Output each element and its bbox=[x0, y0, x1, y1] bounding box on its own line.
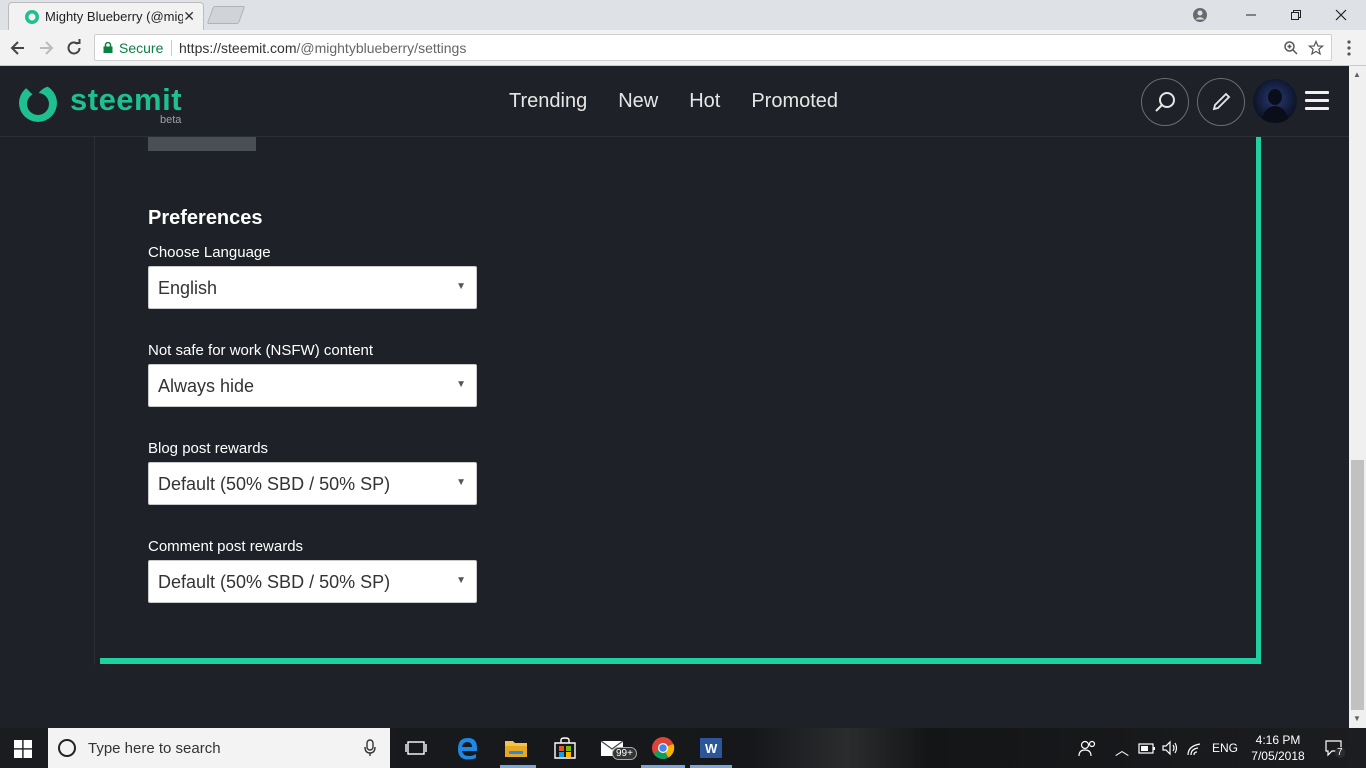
blog-rewards-label: Blog post rewards bbox=[148, 440, 269, 457]
language-select[interactable]: English ▼ bbox=[148, 266, 477, 309]
page-scrollbar[interactable]: ▲ ▼ bbox=[1349, 66, 1366, 728]
blog-rewards-select[interactable]: Default (50% SBD / 50% SP) ▼ bbox=[148, 462, 477, 505]
nsfw-select[interactable]: Always hide ▼ bbox=[148, 364, 477, 407]
browser-tab-active[interactable]: Mighty Blueberry (@mig ✕ bbox=[8, 2, 204, 30]
url-text: https://steemit.com/@mightyblueberry/set… bbox=[179, 40, 466, 56]
scroll-up-arrow-icon[interactable]: ▲ bbox=[1353, 70, 1361, 79]
file-explorer-icon[interactable] bbox=[503, 736, 529, 760]
url-path: /@mightyblueberry/settings bbox=[296, 40, 467, 56]
update-button-partial[interactable] bbox=[148, 137, 256, 151]
secure-label: Secure bbox=[119, 40, 164, 56]
edge-browser-icon[interactable] bbox=[454, 736, 480, 760]
main-nav: Trending New Hot Promoted bbox=[509, 90, 869, 113]
scroll-down-arrow-icon[interactable]: ▼ bbox=[1353, 714, 1361, 723]
svg-text:W: W bbox=[705, 741, 718, 756]
clock-date: 7/05/2018 bbox=[1251, 749, 1305, 763]
comment-rewards-select[interactable]: Default (50% SBD / 50% SP) ▼ bbox=[148, 560, 477, 603]
task-view-icon[interactable] bbox=[403, 736, 429, 760]
beta-label: beta bbox=[160, 114, 182, 126]
tray-chevron-up-icon[interactable]: ︿ bbox=[1115, 740, 1129, 760]
logo-wordmark[interactable]: steemit bbox=[70, 82, 182, 118]
browser-toolbar: Secure https://steemit.com/@mightybluebe… bbox=[0, 30, 1366, 66]
back-arrow-icon[interactable] bbox=[8, 38, 28, 58]
submit-post-button[interactable] bbox=[1197, 78, 1245, 126]
browser-menu-icon[interactable] bbox=[1342, 38, 1356, 58]
action-center-button[interactable]: 7 bbox=[1324, 738, 1345, 758]
tab-close-icon[interactable]: ✕ bbox=[183, 8, 195, 25]
language-indicator[interactable]: ENG bbox=[1212, 741, 1238, 755]
nsfw-label: Not safe for work (NSFW) content bbox=[148, 342, 374, 359]
taskbar-search-placeholder: Type here to search bbox=[88, 740, 221, 757]
language-select-value: English bbox=[158, 278, 218, 298]
hamburger-menu-icon[interactable] bbox=[1305, 91, 1329, 111]
mail-app[interactable]: 99+ bbox=[600, 736, 637, 760]
clock-time: 4:16 PM bbox=[1255, 733, 1301, 747]
preferences-heading: Preferences bbox=[148, 207, 263, 229]
mail-badge: 99+ bbox=[612, 747, 637, 760]
chevron-down-icon: ▼ bbox=[456, 575, 466, 586]
microphone-icon[interactable] bbox=[364, 739, 376, 757]
chevron-down-icon: ▼ bbox=[456, 379, 466, 390]
nsfw-select-value: Always hide bbox=[158, 376, 255, 396]
forward-arrow-icon[interactable] bbox=[36, 38, 56, 58]
battery-icon[interactable] bbox=[1138, 741, 1156, 755]
wifi-icon[interactable] bbox=[1186, 740, 1204, 756]
user-avatar[interactable] bbox=[1253, 79, 1297, 123]
steemit-favicon-icon bbox=[25, 10, 39, 24]
lock-icon bbox=[103, 42, 113, 53]
browser-tab-strip: Mighty Blueberry (@mig ✕ bbox=[0, 0, 1366, 30]
taskbar-clock[interactable]: 4:16 PM 7/05/2018 bbox=[1250, 732, 1306, 764]
address-separator bbox=[171, 40, 172, 56]
taskbar-search-box[interactable]: Type here to search bbox=[48, 728, 390, 768]
tab-title: Mighty Blueberry (@mig bbox=[45, 9, 183, 24]
chevron-down-icon: ▼ bbox=[456, 477, 466, 488]
notification-count: 7 bbox=[1335, 747, 1345, 758]
blog-rewards-select-value: Default (50% SBD / 50% SP) bbox=[158, 474, 391, 494]
scrollbar-thumb[interactable] bbox=[1351, 460, 1364, 710]
cortana-icon bbox=[58, 739, 76, 757]
steemit-logo-icon[interactable] bbox=[16, 80, 60, 124]
pencil-icon bbox=[1212, 92, 1231, 111]
nav-trending[interactable]: Trending bbox=[509, 90, 587, 113]
bookmark-star-icon[interactable] bbox=[1308, 40, 1324, 56]
minimize-button[interactable] bbox=[1228, 0, 1274, 30]
reload-icon[interactable] bbox=[64, 38, 84, 58]
restore-button[interactable] bbox=[1273, 0, 1319, 30]
minimize-icon bbox=[1246, 14, 1256, 16]
chrome-icon[interactable] bbox=[650, 736, 676, 760]
site-header: steemit beta Trending New Hot Promoted bbox=[0, 66, 1349, 137]
search-icon bbox=[1155, 92, 1175, 112]
volume-icon[interactable] bbox=[1161, 740, 1179, 756]
panel-accent-border-right bbox=[1256, 137, 1261, 664]
comment-rewards-select-value: Default (50% SBD / 50% SP) bbox=[158, 572, 391, 592]
chevron-down-icon: ▼ bbox=[456, 281, 466, 292]
windows-taskbar: Type here to search 99+ W ︿ ENG 4:16 PM … bbox=[0, 728, 1366, 768]
new-tab-button[interactable] bbox=[206, 6, 246, 24]
windows-start-icon[interactable] bbox=[14, 740, 32, 758]
comment-rewards-label: Comment post rewards bbox=[148, 538, 304, 555]
nav-hot[interactable]: Hot bbox=[689, 90, 720, 113]
search-button[interactable] bbox=[1141, 78, 1189, 126]
browser-profile-icon[interactable] bbox=[1190, 6, 1210, 24]
close-window-button[interactable] bbox=[1318, 0, 1364, 30]
zoom-icon[interactable] bbox=[1283, 40, 1299, 56]
nav-new[interactable]: New bbox=[618, 90, 658, 113]
restore-icon bbox=[1291, 10, 1301, 20]
language-label: Choose Language bbox=[148, 244, 271, 261]
store-icon[interactable] bbox=[552, 736, 578, 760]
close-icon bbox=[1335, 9, 1347, 21]
people-icon[interactable] bbox=[1077, 739, 1097, 757]
word-icon[interactable]: W bbox=[698, 736, 724, 760]
panel-accent-border-bottom bbox=[100, 658, 1261, 664]
avatar-figure-icon bbox=[1261, 89, 1289, 123]
url-host: https://steemit.com bbox=[179, 40, 297, 56]
address-bar[interactable]: Secure https://steemit.com/@mightybluebe… bbox=[94, 34, 1332, 61]
nav-promoted[interactable]: Promoted bbox=[751, 90, 838, 113]
